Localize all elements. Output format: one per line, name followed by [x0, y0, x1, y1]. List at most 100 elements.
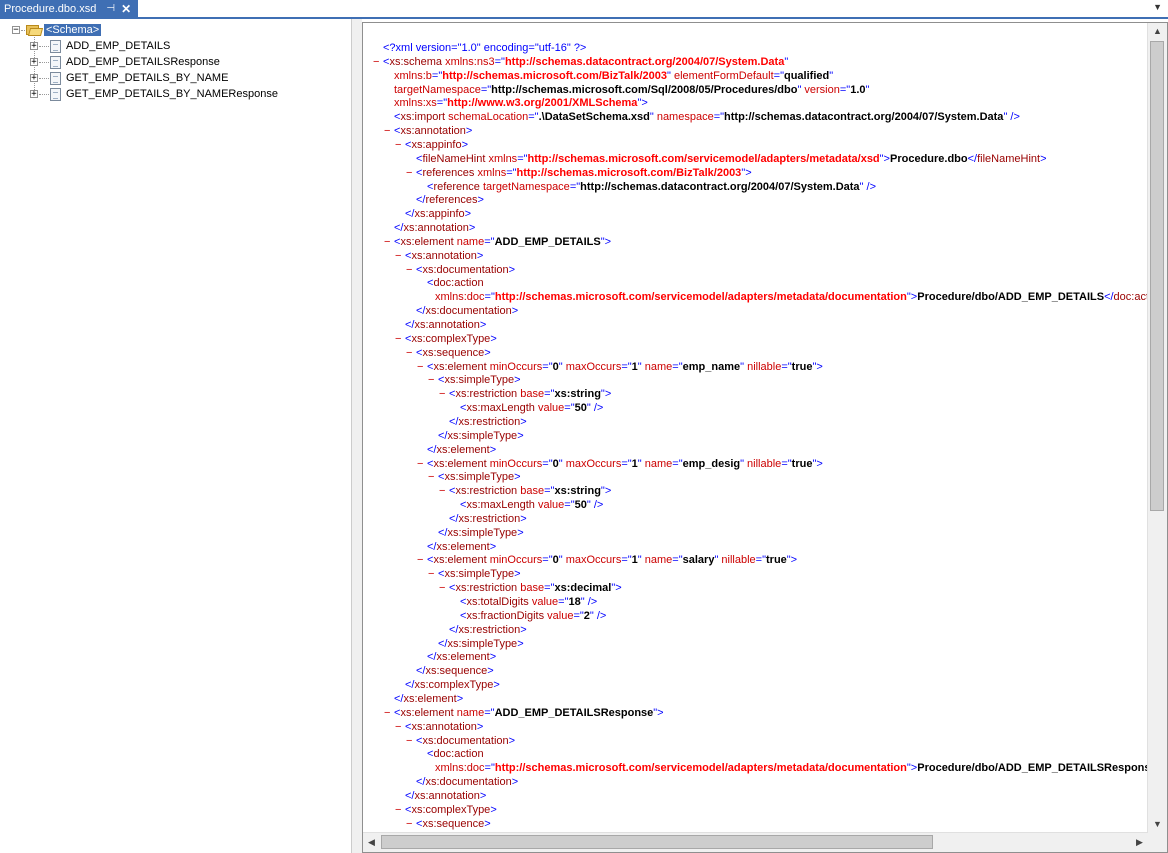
xml-token: xmlns:ns3 — [442, 55, 495, 68]
collapse-toggle-icon[interactable]: − — [384, 235, 394, 249]
scroll-left-icon[interactable]: ◀ — [363, 833, 380, 852]
xml-token: references — [422, 166, 475, 179]
expand-icon[interactable]: + — [30, 74, 38, 83]
xml-line: <doc:action — [417, 747, 484, 761]
tree-connector — [39, 45, 49, 47]
xml-token: true — [791, 457, 813, 470]
xml-token: > — [489, 651, 497, 664]
xml-line: </xs:element> — [417, 540, 496, 554]
xml-line: − <xs:documentation> — [406, 263, 515, 277]
collapse-toggle-icon[interactable]: − — [395, 803, 405, 817]
xml-token: doc:action — [433, 277, 484, 290]
collapse-toggle-icon[interactable]: − — [406, 346, 416, 360]
xml-token: 50 — [574, 402, 587, 415]
collapse-toggle-icon[interactable]: − — [406, 817, 416, 831]
collapse-toggle-icon[interactable]: − — [417, 553, 427, 567]
pin-icon[interactable]: ⊣ — [106, 3, 115, 14]
xml-token: http://schemas.microsoft.com/BizTalk/200… — [516, 166, 742, 179]
xml-token: xs:element — [436, 651, 490, 664]
collapse-toggle-icon[interactable]: − — [428, 373, 438, 387]
xml-line: </xs:annotation> — [384, 221, 475, 235]
collapse-toggle-icon[interactable]: − — [395, 332, 405, 346]
tree-item-label: ADD_EMP_DETAILS — [66, 40, 171, 52]
xml-token: xs:documentation — [422, 734, 509, 747]
xml-token: =" — [484, 291, 495, 304]
xml-token: " /> — [586, 402, 604, 415]
xml-source-viewer[interactable]: <?xml version="1.0" encoding="utf-16" ?>… — [362, 22, 1168, 853]
xml-token: true — [766, 554, 787, 567]
xml-token: > — [484, 817, 491, 830]
xml-line: − <xs:restriction base="xs:decimal"> — [439, 581, 622, 595]
collapse-toggle-icon[interactable]: − — [395, 138, 405, 152]
xml-token: =" — [431, 69, 443, 82]
xml-token: =" — [542, 554, 553, 567]
collapse-toggle-icon[interactable]: − — [406, 734, 416, 748]
xml-line: </xs:simpleType> — [428, 429, 524, 443]
tree-item-add-emp-details-response[interactable]: + ADD_EMP_DETAILSResponse — [30, 54, 220, 70]
xml-token: > — [490, 803, 497, 816]
xml-token: http://schemas.microsoft.com/BizTalk/200… — [442, 69, 668, 82]
pane-splitter[interactable] — [352, 19, 362, 853]
collapse-toggle-icon[interactable]: − — [373, 55, 383, 69]
xml-line: − <xs:simpleType> — [428, 373, 521, 387]
expand-icon[interactable]: + — [30, 90, 38, 99]
scroll-up-icon[interactable]: ▲ — [1148, 23, 1167, 40]
horizontal-scrollbar[interactable]: ◀ ▶ — [363, 832, 1148, 852]
xml-token: =" — [621, 554, 632, 567]
xml-token: xs:fractionDigits — [466, 609, 545, 622]
xml-token: http://schemas.datacontract.org/2004/07/… — [504, 55, 785, 68]
xml-token: > — [464, 208, 472, 221]
tree-item-get-emp-details-by-name[interactable]: + GET_EMP_DETAILS_BY_NAME — [30, 70, 228, 86]
xml-line: </xs:element> — [384, 692, 463, 706]
xml-token: elementFormDefault — [670, 69, 774, 82]
collapse-toggle-icon[interactable]: − — [439, 484, 449, 498]
tab-procedure-dbo-xsd[interactable]: Procedure.dbo.xsd ⊣ ✕ — [0, 0, 138, 17]
xml-token: qualified — [783, 69, 830, 82]
collapse-toggle-icon[interactable]: − — [439, 581, 449, 595]
tab-menu-dropdown-icon[interactable]: ▼ — [1153, 2, 1162, 12]
xml-token: "> — [812, 457, 823, 470]
collapse-toggle-icon[interactable]: − — [384, 706, 394, 720]
collapse-toggle-icon[interactable]: − — [439, 387, 449, 401]
xml-token: reference — [433, 180, 480, 193]
xml-token: doc:action — [1113, 291, 1148, 304]
xml-token: "> — [600, 485, 612, 498]
collapse-toggle-icon[interactable]: − — [395, 249, 405, 263]
expand-icon[interactable]: + — [30, 58, 38, 67]
xml-token: " — [829, 69, 834, 82]
schema-root-label[interactable]: <Schema> — [44, 24, 102, 36]
expand-icon[interactable]: + — [30, 42, 38, 51]
xml-token: emp_name — [682, 360, 741, 373]
xml-token: fileNameHint — [422, 152, 486, 165]
collapse-toggle-icon[interactable]: − — [384, 124, 394, 138]
horizontal-scroll-thumb[interactable] — [381, 835, 933, 849]
xml-token: =" — [672, 457, 683, 470]
xml-token: =" — [564, 402, 575, 415]
vertical-scrollbar[interactable]: ▲ ▼ — [1147, 23, 1167, 833]
xml-token: > — [479, 789, 487, 802]
xml-token: =" — [621, 457, 632, 470]
tree-item-add-emp-details[interactable]: + ADD_EMP_DETAILS — [30, 38, 170, 54]
xml-line: xmlns:doc="http://schemas.microsoft.com/… — [425, 290, 1148, 304]
vertical-scroll-thumb[interactable] — [1150, 41, 1164, 511]
collapse-toggle-icon[interactable]: − — [428, 567, 438, 581]
xml-token: "> — [879, 152, 890, 165]
collapse-toggle-icon[interactable]: − — [406, 263, 416, 277]
xml-token: http://schemas.datacontract.org/2004/07/… — [580, 180, 860, 193]
scroll-down-icon[interactable]: ▼ — [1148, 816, 1167, 833]
tree-item-get-emp-details-by-name-response[interactable]: + GET_EMP_DETAILS_BY_NAMEResponse — [30, 86, 278, 102]
collapse-toggle-icon[interactable]: − — [417, 457, 427, 471]
tree-root-node[interactable]: − <Schema> — [12, 22, 102, 38]
collapse-toggle-icon[interactable]: − — [406, 166, 416, 180]
close-icon[interactable]: ✕ — [121, 2, 131, 16]
collapse-toggle-icon[interactable]: − — [428, 470, 438, 484]
xml-token: =" — [544, 388, 555, 401]
collapse-icon[interactable]: − — [12, 26, 20, 35]
collapse-toggle-icon[interactable]: − — [395, 720, 405, 734]
schema-tree[interactable]: − <Schema> + ADD_EMP_DETAILS + ADD_EMP_D… — [0, 19, 352, 853]
xml-token: xs:simpleType — [447, 637, 518, 650]
xml-token: xs:annotation — [414, 789, 480, 802]
scroll-right-icon[interactable]: ▶ — [1131, 833, 1148, 852]
xml-token: value — [534, 402, 565, 415]
collapse-toggle-icon[interactable]: − — [417, 360, 427, 374]
